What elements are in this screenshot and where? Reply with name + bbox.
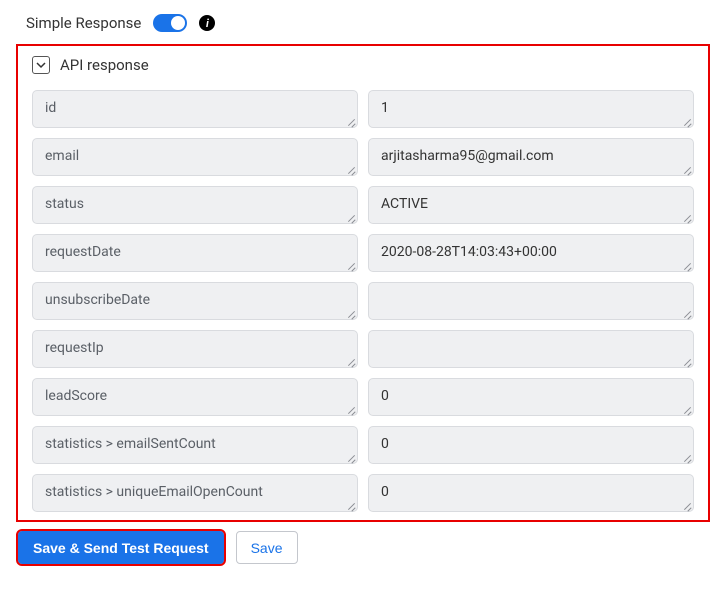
resize-handle-icon[interactable] [683,214,691,222]
save-send-test-request-button[interactable]: Save & Send Test Request [18,531,224,564]
resize-handle-icon[interactable] [683,118,691,126]
resize-handle-icon[interactable] [347,166,355,174]
resize-handle-icon[interactable] [683,310,691,318]
resize-handle-icon[interactable] [683,502,691,510]
info-icon[interactable]: i [199,15,215,31]
api-rows: id 1 email arjitasharma95@gmail.com stat… [18,78,708,522]
resize-handle-icon[interactable] [683,406,691,414]
simple-response-toggle[interactable] [153,14,187,32]
resize-handle-icon[interactable] [347,358,355,366]
api-response-header: API response [18,56,708,78]
key-cell[interactable]: unsubscribeDate [32,282,358,320]
collapse-toggle[interactable] [32,56,50,74]
resize-handle-icon[interactable] [683,166,691,174]
resize-handle-icon[interactable] [347,262,355,270]
resize-handle-icon[interactable] [347,454,355,462]
key-cell[interactable]: statistics > emailSentCount [32,426,358,464]
value-cell[interactable] [368,330,694,368]
resize-handle-icon[interactable] [347,118,355,126]
footer-actions: Save & Send Test Request Save [8,522,718,573]
key-cell[interactable]: requestIp [32,330,358,368]
table-row: status ACTIVE [32,186,694,224]
key-cell[interactable]: statistics > uniqueEmailOpenCount [32,474,358,512]
key-cell[interactable]: id [32,90,358,128]
value-cell[interactable] [368,282,694,320]
table-row: requestDate 2020-08-28T14:03:43+00:00 [32,234,694,272]
table-row: unsubscribeDate [32,282,694,320]
resize-handle-icon[interactable] [683,454,691,462]
table-row: requestIp [32,330,694,368]
value-cell[interactable]: 0 [368,426,694,464]
value-cell[interactable]: arjitasharma95@gmail.com [368,138,694,176]
key-cell[interactable]: requestDate [32,234,358,272]
api-response-title: API response [60,56,149,74]
value-cell[interactable]: 0 [368,474,694,512]
table-row: statistics > emailSentCount 0 [32,426,694,464]
table-row: leadScore 0 [32,378,694,416]
table-row: statistics > uniqueEmailOpenCount 0 [32,474,694,512]
chevron-down-icon [36,60,46,70]
key-cell[interactable]: leadScore [32,378,358,416]
resize-handle-icon[interactable] [347,214,355,222]
value-cell[interactable]: 0 [368,378,694,416]
value-cell[interactable]: 2020-08-28T14:03:43+00:00 [368,234,694,272]
resize-handle-icon[interactable] [683,358,691,366]
resize-handle-icon[interactable] [347,502,355,510]
key-cell[interactable]: status [32,186,358,224]
value-cell[interactable]: 1 [368,90,694,128]
simple-response-label: Simple Response [26,14,141,32]
save-button[interactable]: Save [236,531,298,564]
table-row: email arjitasharma95@gmail.com [32,138,694,176]
simple-response-header: Simple Response i [8,8,718,44]
resize-handle-icon[interactable] [683,262,691,270]
resize-handle-icon[interactable] [347,310,355,318]
table-row: id 1 [32,90,694,128]
key-cell[interactable]: email [32,138,358,176]
api-response-panel: API response id 1 email arjitasharma95@g… [16,44,710,522]
resize-handle-icon[interactable] [347,406,355,414]
value-cell[interactable]: ACTIVE [368,186,694,224]
